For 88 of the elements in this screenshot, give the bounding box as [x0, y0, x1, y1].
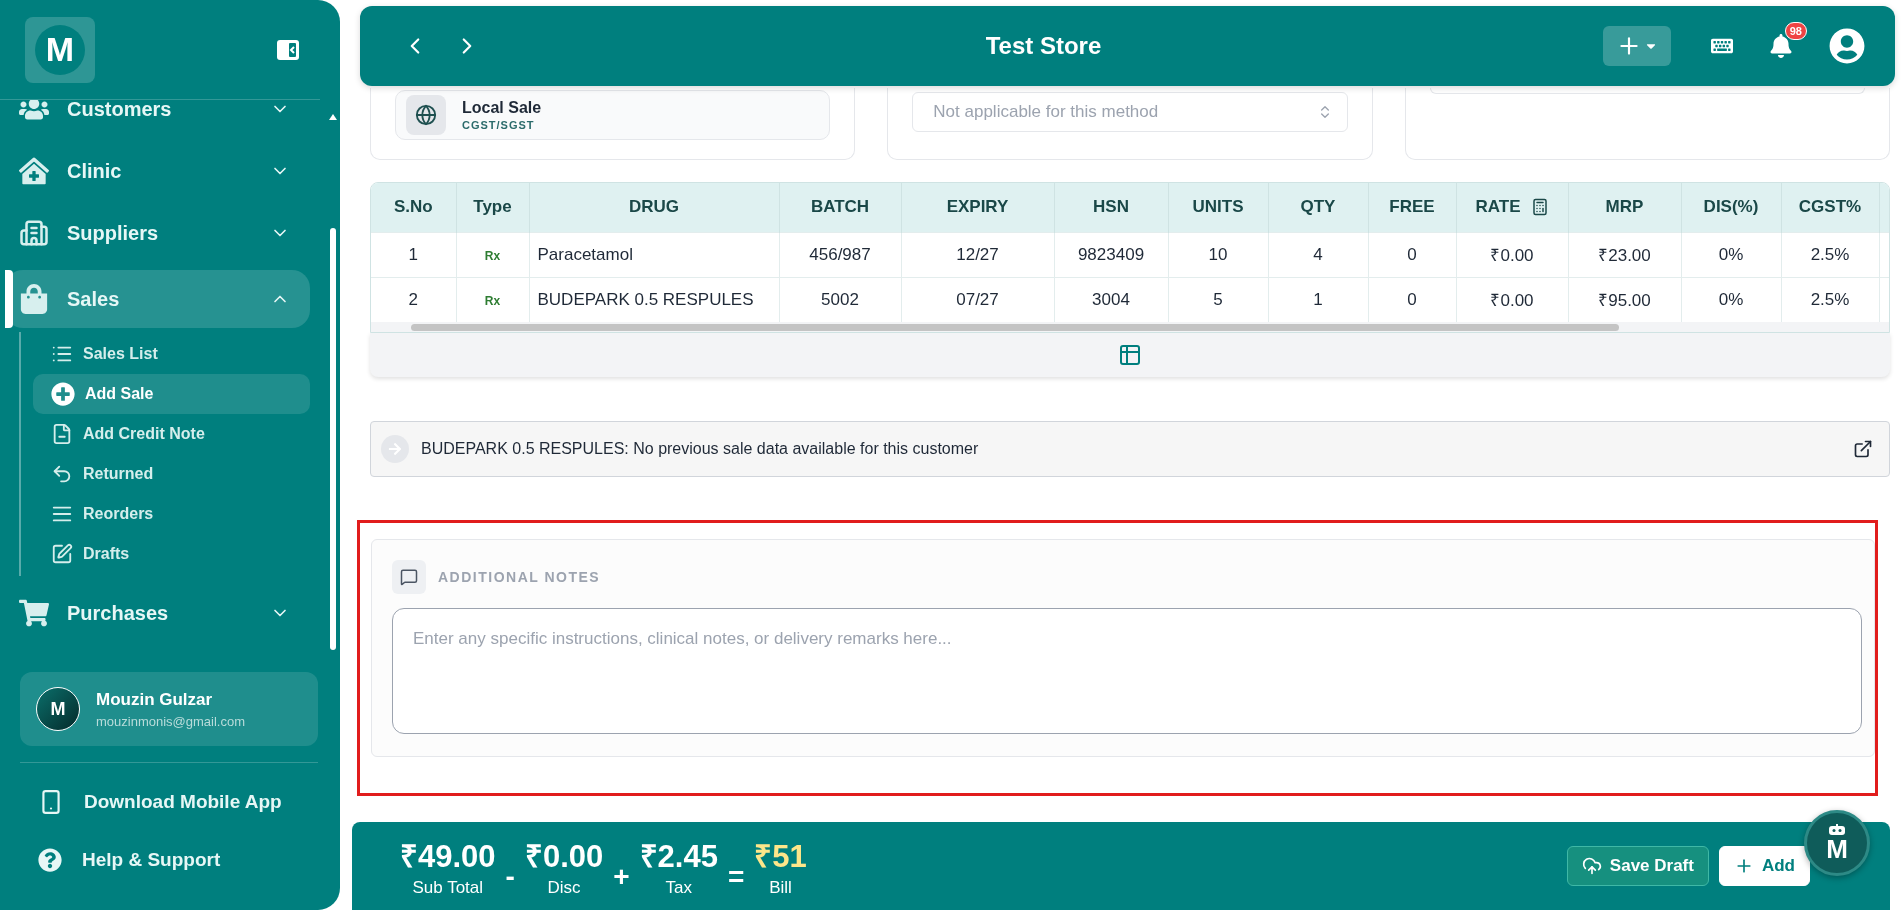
nav-subitem[interactable]: Add Sale [33, 374, 310, 414]
file-minus-icon [51, 423, 73, 445]
logo: M [25, 16, 95, 83]
info-text: BUDEPARK 0.5 RESPULES: No previous sale data available for this customer [421, 440, 980, 458]
user-email: mouzinmonis@gmail.com [96, 713, 246, 729]
amount-label: Sub Total [412, 878, 484, 898]
sidebar-link[interactable]: Help & Support [0, 831, 340, 889]
building-icon [19, 218, 49, 248]
scrollbar[interactable] [411, 324, 1619, 331]
sale-type-subtitle: CGST/SGST [462, 119, 536, 131]
amount: ₹51 [754, 838, 807, 876]
nav-item[interactable]: Clinic [5, 140, 310, 202]
table-cell: 0 [1368, 232, 1456, 277]
robot-icon [1827, 824, 1847, 836]
amount-label: Disc [547, 878, 581, 898]
table-cell: 4 [1268, 232, 1368, 277]
table-cell: 12/27 [901, 232, 1054, 277]
nav-subitem[interactable]: Add Credit Note [33, 414, 310, 454]
notes-title: ADDITIONAL NOTES [438, 569, 601, 585]
add-menu-button[interactable] [1603, 26, 1671, 66]
user-name: Mouzin Gulzar [96, 689, 214, 710]
sale-type-title: Local Sale [462, 99, 542, 117]
column-header: HSN [1054, 183, 1168, 232]
operator: + [613, 861, 630, 893]
nav-subitem[interactable]: Sales List [33, 334, 310, 374]
column-header: S.No [371, 183, 456, 232]
bag-icon [19, 284, 49, 314]
notes-field[interactable]: Enter any specific instructions, clinical notes, or delivery remarks here... [392, 608, 1862, 734]
notification-count: 98 [1784, 22, 1807, 40]
operator: - [505, 861, 515, 893]
scrollbar[interactable] [330, 228, 336, 650]
sale-type-option[interactable]: Local Sale CGST/SGST [395, 90, 831, 140]
amount: ₹2.45 [639, 838, 718, 876]
table-cell: 0% [1681, 232, 1781, 277]
column-header: MRP [1568, 183, 1681, 232]
table-cell: 9823409 [1054, 232, 1168, 277]
help-icon [38, 848, 62, 872]
save-draft-button[interactable]: Save Draft [1566, 846, 1709, 886]
sidebar-link[interactable]: Download Mobile App [0, 773, 340, 831]
nav-item[interactable]: Suppliers [5, 202, 310, 264]
column-header: DIS(%) [1681, 183, 1781, 232]
arrow-circle-icon [381, 435, 409, 463]
external-link-icon[interactable] [1853, 439, 1873, 459]
column-header: CGST% [1781, 183, 1879, 232]
collapse-sidebar-icon[interactable] [276, 37, 300, 62]
column-header: BATCH [779, 183, 901, 232]
column-header: DRUG [529, 183, 779, 232]
table-cell: 1 [371, 232, 456, 277]
column-header: QTY [1268, 183, 1368, 232]
nav-item[interactable]: Customers [5, 100, 310, 140]
table-cell: ₹23.00 [1568, 232, 1681, 277]
profile-button[interactable] [1829, 28, 1865, 64]
nav-item[interactable]: Sales [5, 270, 310, 328]
edit-icon [51, 543, 73, 565]
user-avatar: M [36, 687, 80, 731]
cart-icon [19, 598, 49, 628]
add-button[interactable]: Add [1718, 846, 1810, 886]
nav-subitem[interactable]: Reorders [33, 494, 310, 534]
amount-label: Tax [665, 878, 692, 898]
user-card[interactable]: M Mouzin Gulzar mouzinmonis@gmail.com [20, 672, 318, 746]
column-header: RATE [1456, 183, 1568, 232]
calculator-icon[interactable] [1530, 198, 1549, 217]
nav-subitem[interactable]: Returned [33, 454, 310, 494]
notifications-button[interactable] [1769, 34, 1793, 58]
amount-label: Bill [769, 878, 792, 898]
table-cell: 456/987 [779, 232, 901, 277]
return-arrow-icon [51, 463, 73, 485]
table-cell: ₹0.00 [1456, 232, 1568, 277]
table-cell: 10 [1168, 232, 1268, 277]
clinic-icon [19, 156, 49, 186]
grid-icon[interactable] [1118, 343, 1142, 367]
operator: = [727, 861, 745, 893]
column-header: EXPIRY [901, 183, 1054, 232]
column-header: Type [456, 183, 529, 232]
nav-subitem[interactable]: Drafts [33, 534, 310, 574]
column-header: FREE [1368, 183, 1456, 232]
table-cell: Rx [456, 232, 529, 277]
nav-item[interactable]: Purchases [5, 582, 310, 644]
store-title: Test Store [984, 32, 1103, 60]
assistant-button[interactable]: M [1804, 810, 1870, 876]
amount: ₹49.00 [400, 838, 496, 876]
cloud-upload-icon [1581, 856, 1602, 876]
column-header: UNITS [1168, 183, 1268, 232]
table-cell: 2.5% [1781, 232, 1879, 277]
table-cell: Paracetamol [529, 232, 779, 277]
message-icon [392, 560, 426, 594]
globe-icon [415, 104, 437, 126]
amount: ₹0.00 [524, 838, 604, 876]
